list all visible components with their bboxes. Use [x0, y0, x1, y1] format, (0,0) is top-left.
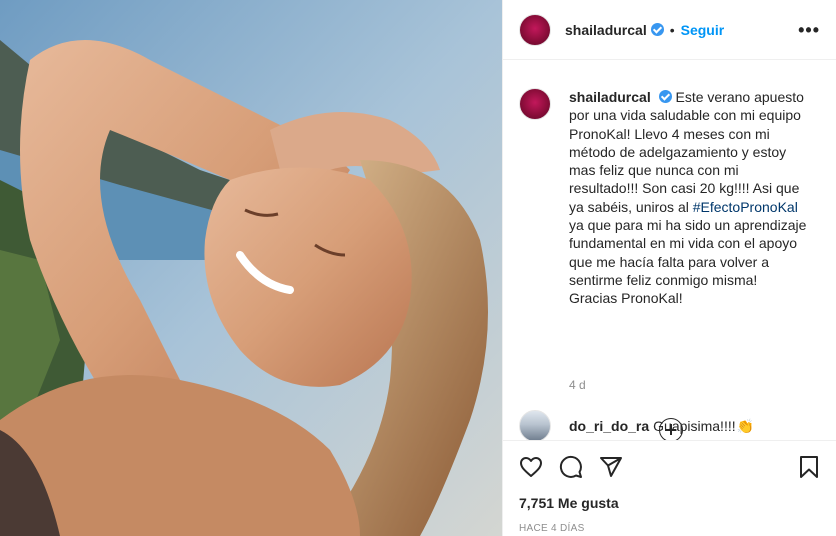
comment-item: do_ri_do_ra Guapisima!!!! 👏: [519, 410, 754, 442]
commenter-avatar[interactable]: [519, 410, 551, 442]
action-bar: [503, 441, 836, 485]
follow-button[interactable]: Seguir: [681, 22, 725, 38]
header-separator: •: [669, 21, 675, 38]
likes-count[interactable]: 7,751 Me gusta: [503, 491, 836, 511]
post-side-panel: shailadurcal • Seguir ••• shailadurcal E…: [502, 0, 836, 536]
paper-plane-icon[interactable]: [599, 455, 623, 484]
post-caption: shailadurcal Este verano apuesto por una…: [519, 88, 809, 308]
caption-timestamp[interactable]: 4 d: [569, 378, 586, 392]
post-header: shailadurcal • Seguir •••: [503, 0, 836, 60]
author-avatar[interactable]: [519, 13, 551, 46]
post-date[interactable]: HACE 4 DÍAS: [503, 523, 836, 534]
heart-icon[interactable]: [519, 455, 543, 484]
verified-badge-icon: [650, 23, 664, 36]
comments-area: shailadurcal Este verano apuesto por una…: [503, 60, 836, 442]
verified-badge-icon: [658, 90, 672, 103]
more-options-icon[interactable]: •••: [798, 21, 820, 39]
comment-bubble-icon[interactable]: [559, 455, 583, 484]
caption-avatar[interactable]: [519, 88, 551, 120]
commenter-username[interactable]: do_ri_do_ra: [569, 418, 649, 434]
caption-username[interactable]: shailadurcal: [569, 89, 651, 105]
comment-text: Guapisima!!!!: [653, 418, 736, 434]
post-photo[interactable]: [0, 0, 502, 536]
author-username[interactable]: shailadurcal: [565, 22, 647, 38]
caption-text: shailadurcal Este verano apuesto por una…: [569, 88, 809, 308]
bookmark-icon[interactable]: [797, 455, 821, 484]
clapping-hands-emoji: 👏: [736, 417, 755, 434]
caption-body-start: Este verano apuesto por una vida saludab…: [569, 89, 804, 215]
photo-illustration: [0, 0, 502, 536]
hashtag-link[interactable]: #EfectoPronoKal: [693, 199, 798, 215]
post-actions-section: 7,751 Me gusta HACE 4 DÍAS: [503, 440, 836, 536]
caption-body-end: ya que para mi ha sido un aprendizaje fu…: [569, 217, 807, 307]
